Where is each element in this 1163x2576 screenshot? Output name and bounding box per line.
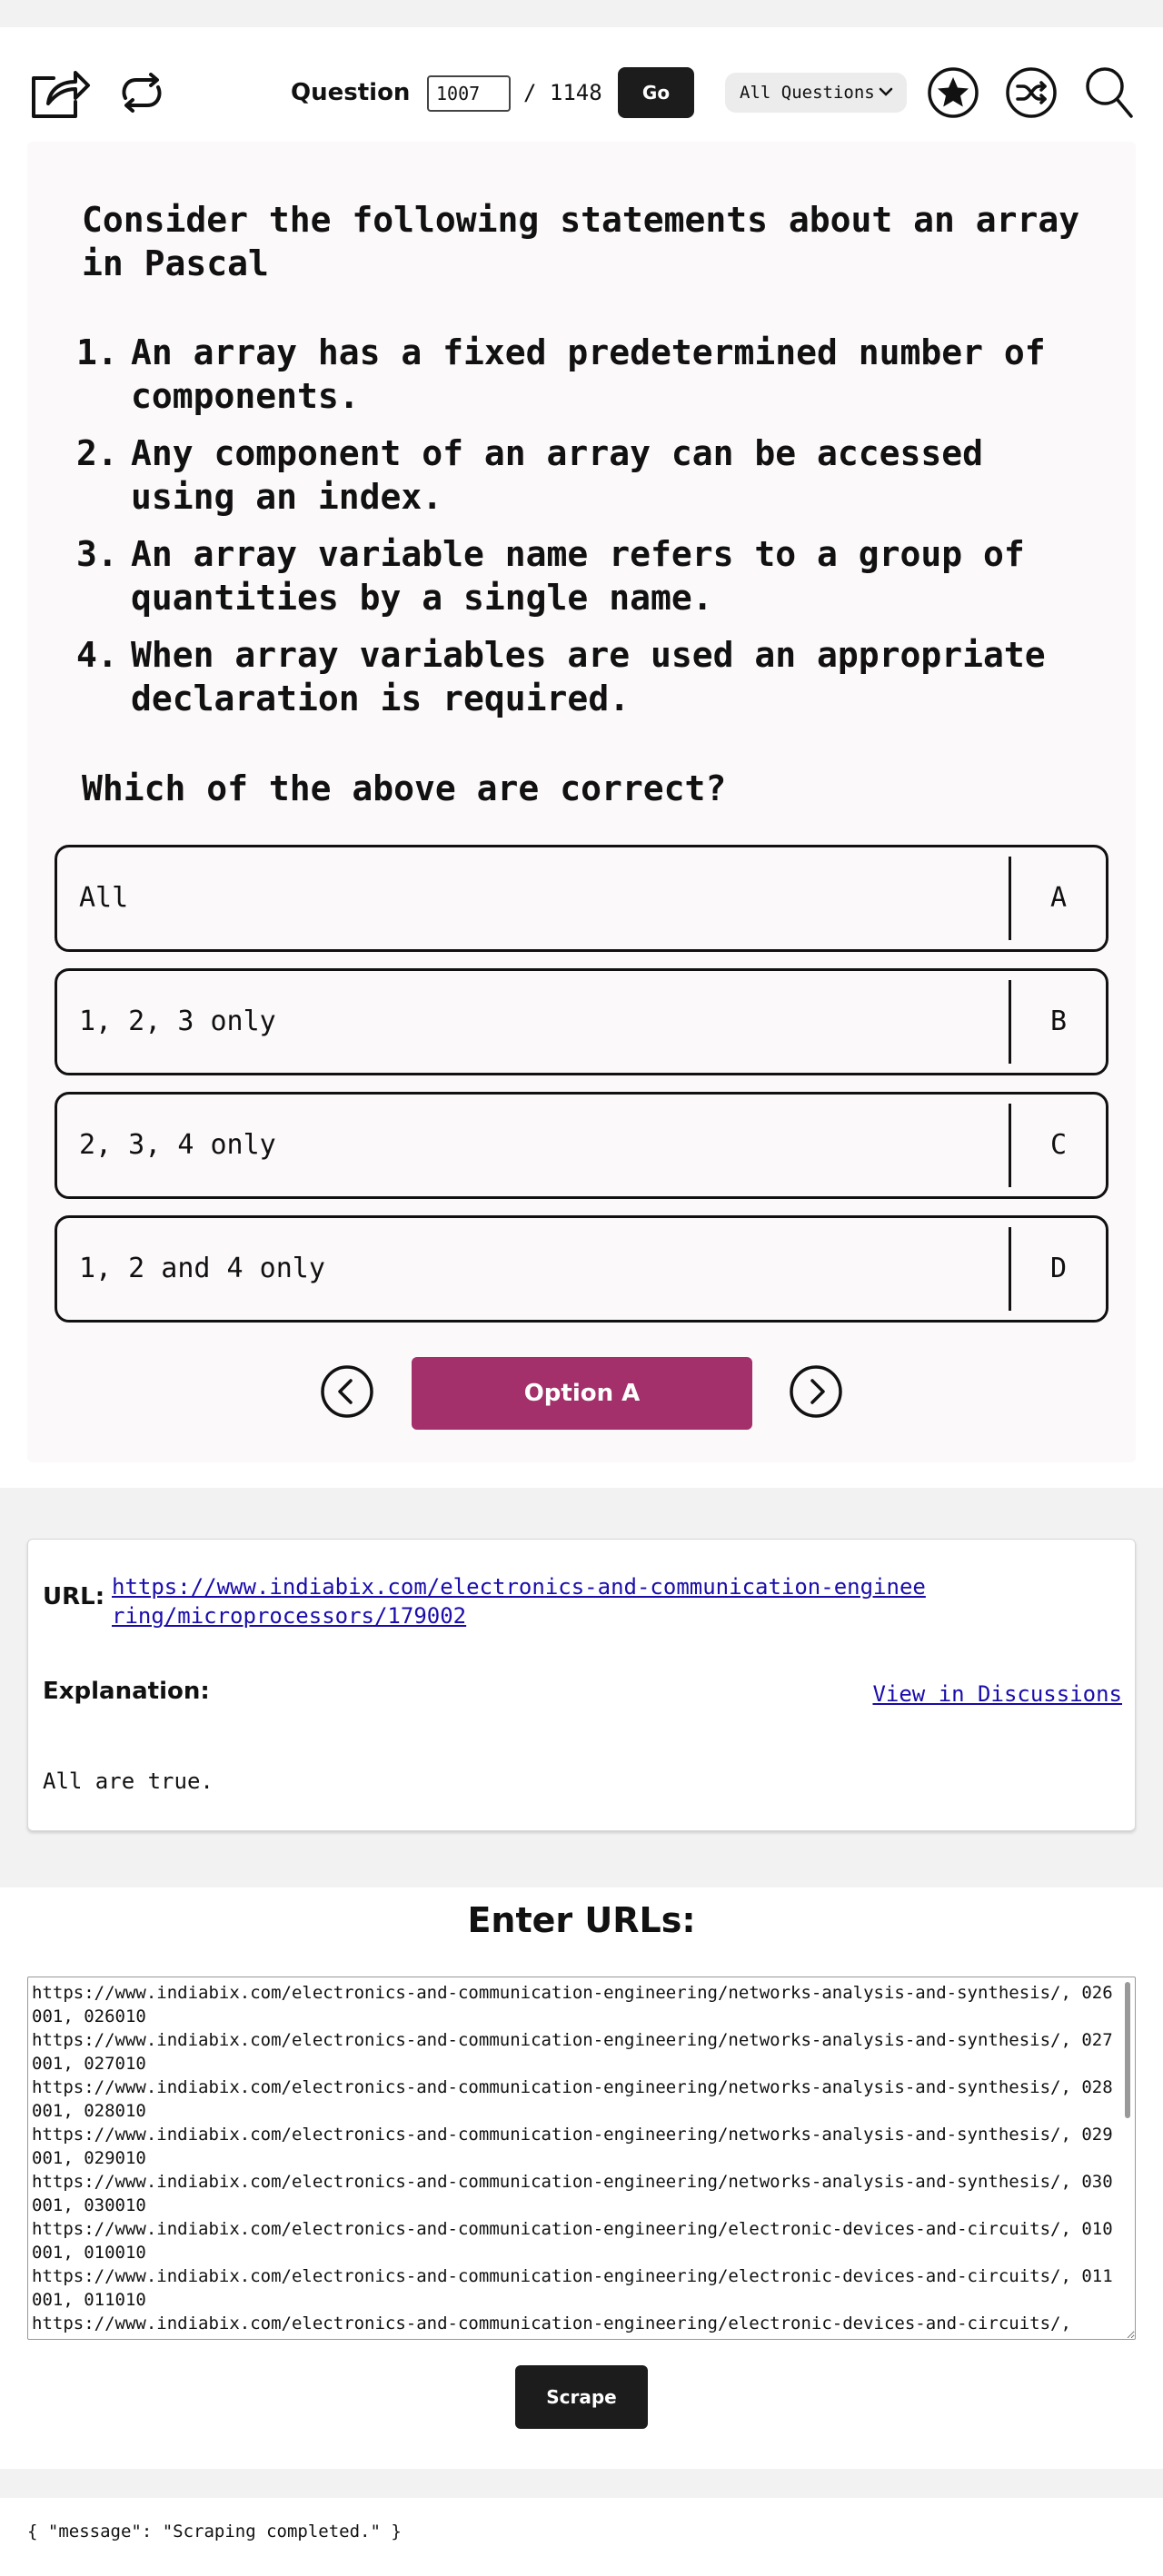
go-button[interactable]: Go xyxy=(618,67,694,118)
question-label: Question xyxy=(291,79,411,106)
statement-text: Any component of an array can be accesse… xyxy=(131,433,983,517)
statement-item: 1. An array has a fixed predetermined num… xyxy=(76,331,1103,418)
option-letter: C xyxy=(1049,1129,1068,1161)
statement-list: 1. An array has a fixed predetermined num… xyxy=(76,331,1103,734)
option-d[interactable]: 1, 2 and 4 only D xyxy=(55,1215,1108,1323)
statement-text: When array variables are used an appropr… xyxy=(131,635,1046,718)
show-answer-button[interactable]: Option A xyxy=(412,1357,752,1430)
question-filter-select[interactable]: All Questions xyxy=(725,73,907,113)
question-text: Consider the following statements about … xyxy=(82,200,1080,283)
statement-item: 4. When array variables are used an appro… xyxy=(76,633,1103,720)
toolbar: Question / 1148 Go All Questions xyxy=(0,60,1163,125)
urls-textarea[interactable]: https://www.indiabix.com/electronics-and… xyxy=(27,1977,1136,2340)
chevron-down-icon xyxy=(878,84,894,104)
scrape-button[interactable]: Scrape xyxy=(515,2365,648,2429)
statement-number: 3. xyxy=(76,534,118,574)
option-b[interactable]: 1, 2, 3 only B xyxy=(55,968,1108,1075)
search-icon[interactable] xyxy=(1081,60,1138,125)
statement-item: 2. Any component of an array can be acces… xyxy=(76,431,1103,519)
filter-value: All Questions xyxy=(740,83,875,103)
result-panel: { "message": "Scraping completed." } xyxy=(0,2498,1163,2576)
question-prompt: Which of the above are correct? xyxy=(82,768,727,808)
option-text: All xyxy=(79,882,129,914)
next-question-button[interactable] xyxy=(789,1364,843,1419)
option-letter: A xyxy=(1049,882,1068,914)
question-card: Consider the following statements about … xyxy=(27,142,1136,1462)
previous-question-button[interactable] xyxy=(320,1364,374,1419)
explanation-label: Explanation: xyxy=(43,1678,210,1705)
shuffle-icon[interactable] xyxy=(1003,60,1059,125)
statement-number: 4. xyxy=(76,635,118,675)
view-discussions-link[interactable]: View in Discussions xyxy=(872,1681,1122,1707)
source-url-link[interactable]: https://www.indiabix.com/electronics-and… xyxy=(112,1572,929,1630)
statement-text: An array variable name refers to a group… xyxy=(131,534,1025,618)
refresh-icon[interactable] xyxy=(114,60,169,125)
option-letter: B xyxy=(1049,1006,1068,1037)
textarea-scrollbar[interactable] xyxy=(1125,1982,1130,2118)
option-text: 2, 3, 4 only xyxy=(79,1129,276,1161)
statement-text: An array has a fixed predetermined numbe… xyxy=(131,332,1046,416)
statement-item: 3. An array variable name refers to a gro… xyxy=(76,532,1103,619)
scrape-result-text: { "message": "Scraping completed." } xyxy=(27,2522,402,2541)
question-total: / 1148 xyxy=(523,80,602,105)
statement-number: 2. xyxy=(76,433,118,473)
option-text: 1, 2 and 4 only xyxy=(79,1253,325,1284)
chevron-left-icon xyxy=(321,1365,373,1418)
option-c[interactable]: 2, 3, 4 only C xyxy=(55,1092,1108,1199)
explanation-text: All are true. xyxy=(43,1769,214,1794)
option-text: 1, 2, 3 only xyxy=(79,1006,276,1037)
question-number-input[interactable] xyxy=(427,75,511,112)
share-icon[interactable] xyxy=(27,60,93,125)
statement-number: 1. xyxy=(76,332,118,372)
scraper-title: Enter URLs: xyxy=(467,1900,696,1940)
star-icon[interactable] xyxy=(925,60,981,125)
info-card: URL: https://www.indiabix.com/electronic… xyxy=(27,1539,1136,1831)
option-letter: D xyxy=(1049,1253,1068,1284)
option-a[interactable]: All A xyxy=(55,845,1108,952)
scraper-panel: Enter URLs: https://www.indiabix.com/ele… xyxy=(0,1887,1163,2469)
url-label: URL: xyxy=(43,1583,105,1610)
chevron-right-icon xyxy=(790,1365,842,1418)
